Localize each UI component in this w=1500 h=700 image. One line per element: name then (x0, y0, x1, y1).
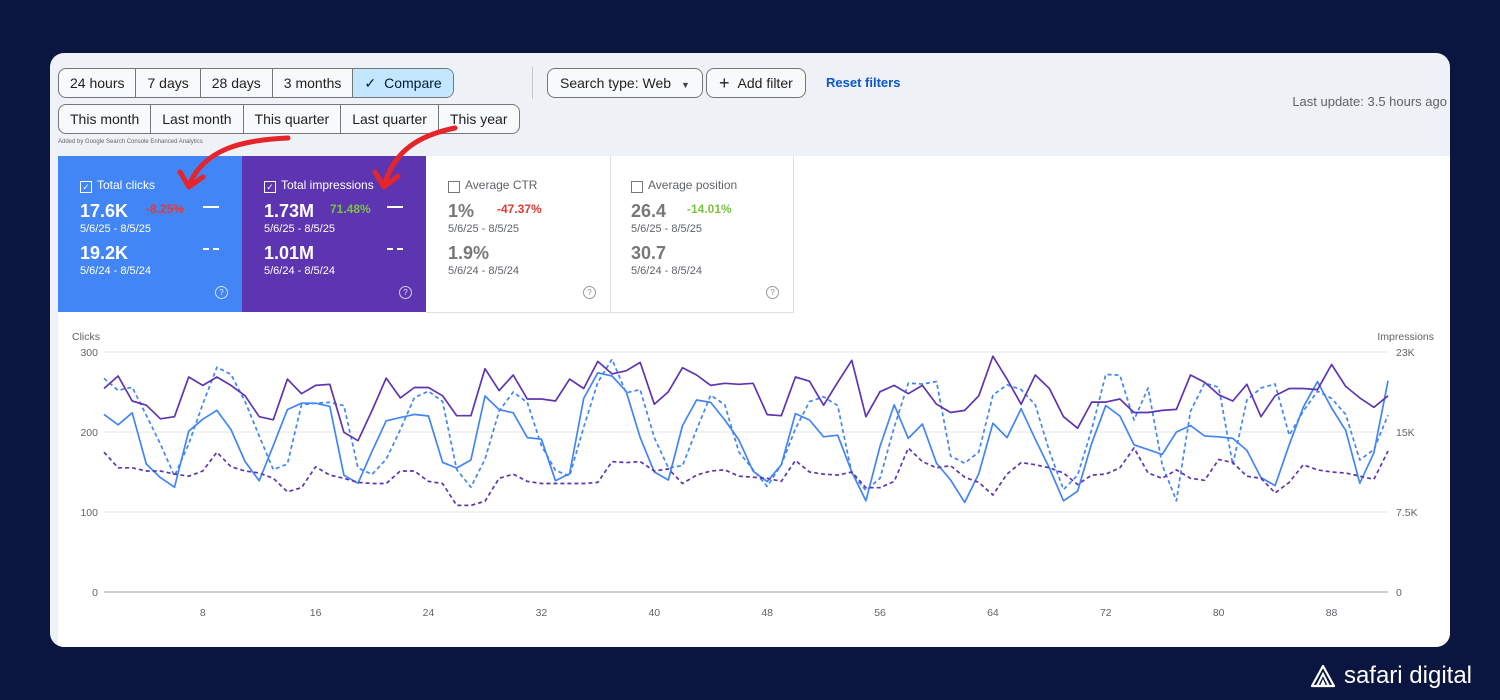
compare-this-month[interactable]: This month (59, 105, 152, 133)
x-tick-label: 64 (987, 607, 999, 619)
metric-previous-value: 1.9% (448, 243, 490, 263)
metric-date: 5/6/25 - 8/5/25 (80, 223, 151, 235)
y-left-tick-label: 200 (80, 427, 98, 439)
metric-previous-date: 5/6/24 - 8/5/24 (80, 265, 151, 277)
solid-line-legend-icon (203, 206, 219, 208)
metric-value: 1.73M (264, 201, 315, 221)
added-by-text: Added by Google Search Console Enhanced … (58, 139, 203, 145)
range-7-days[interactable]: 7 days (136, 69, 201, 97)
metric-change: 71.48% (330, 202, 371, 216)
add-filter-button[interactable]: + Add filter (706, 68, 806, 98)
metric-value: 1% (448, 201, 475, 221)
help-icon[interactable]: ? (215, 286, 228, 299)
metric-value: 26.4 (631, 201, 667, 221)
performance-content: ✓ Total clicks 17.6K -8.25% 5/6/25 - 8/5… (58, 156, 1450, 647)
dashed-line-legend-icon (387, 248, 403, 250)
plus-icon: + (719, 73, 730, 93)
checkbox-unchecked-icon[interactable] (631, 181, 643, 193)
range-28-days[interactable]: 28 days (201, 69, 273, 97)
x-tick-label: 8 (200, 607, 206, 619)
brand-name: safari digital (1343, 662, 1472, 689)
metric-title: Average CTR (465, 178, 538, 192)
metric-change: -47.37% (497, 202, 542, 216)
compare-last-month[interactable]: Last month (151, 105, 244, 133)
checkbox-unchecked-icon[interactable] (448, 181, 460, 193)
metric-title: Average position (648, 178, 738, 192)
performance-chart: 0 100 200 300 0 7.5K 15K 23K Clicks Impressions 8 1… (72, 331, 1434, 619)
help-icon[interactable]: ? (766, 286, 779, 299)
checkbox-checked-icon[interactable]: ✓ (80, 181, 92, 193)
safari-digital-logo-icon (1310, 664, 1336, 688)
y-left-tick-label: 100 (80, 507, 98, 519)
x-tick-label: 40 (648, 607, 660, 619)
range-24-hours[interactable]: 24 hours (59, 69, 137, 97)
search-type-dropdown[interactable]: Search type: Web ▼ (547, 68, 703, 98)
metric-change: -14.01% (687, 202, 732, 216)
x-tick-label: 32 (536, 607, 548, 619)
dashed-line-legend-icon (203, 248, 219, 250)
checkbox-checked-icon[interactable]: ✓ (264, 181, 276, 193)
metric-title: Total impressions (281, 178, 374, 192)
metric-date: 5/6/25 - 8/5/25 (448, 223, 519, 235)
reset-filters-link[interactable]: Reset filters (826, 75, 900, 90)
metric-previous-date: 5/6/24 - 8/5/24 (264, 265, 335, 277)
solid-line-legend-icon (387, 206, 403, 208)
y-right-tick-label: 7.5K (1396, 507, 1418, 519)
metric-date: 5/6/25 - 8/5/25 (264, 223, 335, 235)
metric-previous-value: 30.7 (631, 243, 667, 263)
compare-this-quarter[interactable]: This quarter (244, 105, 342, 133)
x-tick-label: 72 (1100, 607, 1112, 619)
range-3-months[interactable]: 3 months (273, 69, 354, 97)
y-right-tick-label: 23K (1396, 347, 1415, 359)
x-tick-label: 88 (1326, 607, 1338, 619)
check-icon: ✓ (364, 75, 377, 91)
series-line-clicks (103, 371, 1389, 504)
compare-button[interactable]: ✓ Compare (353, 69, 453, 97)
help-icon[interactable]: ? (583, 286, 596, 299)
help-icon[interactable]: ? (399, 286, 412, 299)
compare-this-year[interactable]: This year (439, 105, 519, 133)
compare-range-selector: This month Last month This quarter Last … (58, 104, 520, 134)
metric-card-position[interactable]: Average position 26.4 -14.01% 5/6/25 - 8… (609, 156, 794, 313)
chart-series (103, 355, 1389, 507)
y-left-tick-label: 0 (92, 587, 98, 599)
date-range-selector: 24 hours 7 days 28 days 3 months ✓ Compar… (58, 68, 454, 98)
y-left-axis-label: Clicks (72, 331, 100, 343)
brand-logo: safari digital (1310, 662, 1472, 690)
compare-last-quarter[interactable]: Last quarter (341, 105, 439, 133)
search-type-label: Search type: Web (560, 75, 672, 91)
x-tick-label: 56 (874, 607, 886, 619)
metric-card-ctr[interactable]: Average CTR 1% -47.37% 5/6/25 - 8/5/25 1… (426, 156, 611, 313)
metric-previous-value: 19.2K (80, 243, 129, 263)
metric-title: Total clicks (97, 178, 156, 192)
x-tick-label: 48 (761, 607, 773, 619)
y-right-tick-label: 0 (1396, 587, 1402, 599)
x-tick-label: 16 (310, 607, 322, 619)
metric-previous-date: 5/6/24 - 8/5/24 (631, 265, 702, 277)
metric-date: 5/6/25 - 8/5/25 (631, 223, 702, 235)
y-left-tick-label: 300 (80, 347, 98, 359)
metric-previous-value: 1.01M (264, 243, 315, 263)
chart-axes: 0 100 200 300 0 7.5K 15K 23K Clicks Impressions 8 1… (72, 331, 1434, 619)
x-tick-label: 80 (1213, 607, 1225, 619)
metric-previous-date: 5/6/24 - 8/5/24 (448, 265, 519, 277)
y-right-tick-label: 15K (1396, 427, 1415, 439)
dropdown-caret-icon: ▼ (681, 80, 690, 90)
metric-change: -8.25% (146, 202, 185, 216)
x-tick-label: 24 (423, 607, 435, 619)
metric-card-clicks[interactable]: ✓ Total clicks 17.6K -8.25% 5/6/25 - 8/5… (58, 156, 242, 312)
metric-value: 17.6K (80, 201, 129, 221)
toolbar-divider (532, 67, 533, 99)
last-update-text: Last update: 3.5 hours ago (1292, 94, 1447, 109)
search-console-panel: 24 hours 7 days 28 days 3 months ✓ Compar… (50, 53, 1450, 647)
compare-label: Compare (384, 75, 442, 91)
y-right-axis-label: Impressions (1377, 331, 1434, 343)
add-filter-label: Add filter (737, 75, 793, 91)
metric-card-impressions[interactable]: ✓ Total impressions 1.73M 71.48% 5/6/25 … (242, 156, 426, 312)
